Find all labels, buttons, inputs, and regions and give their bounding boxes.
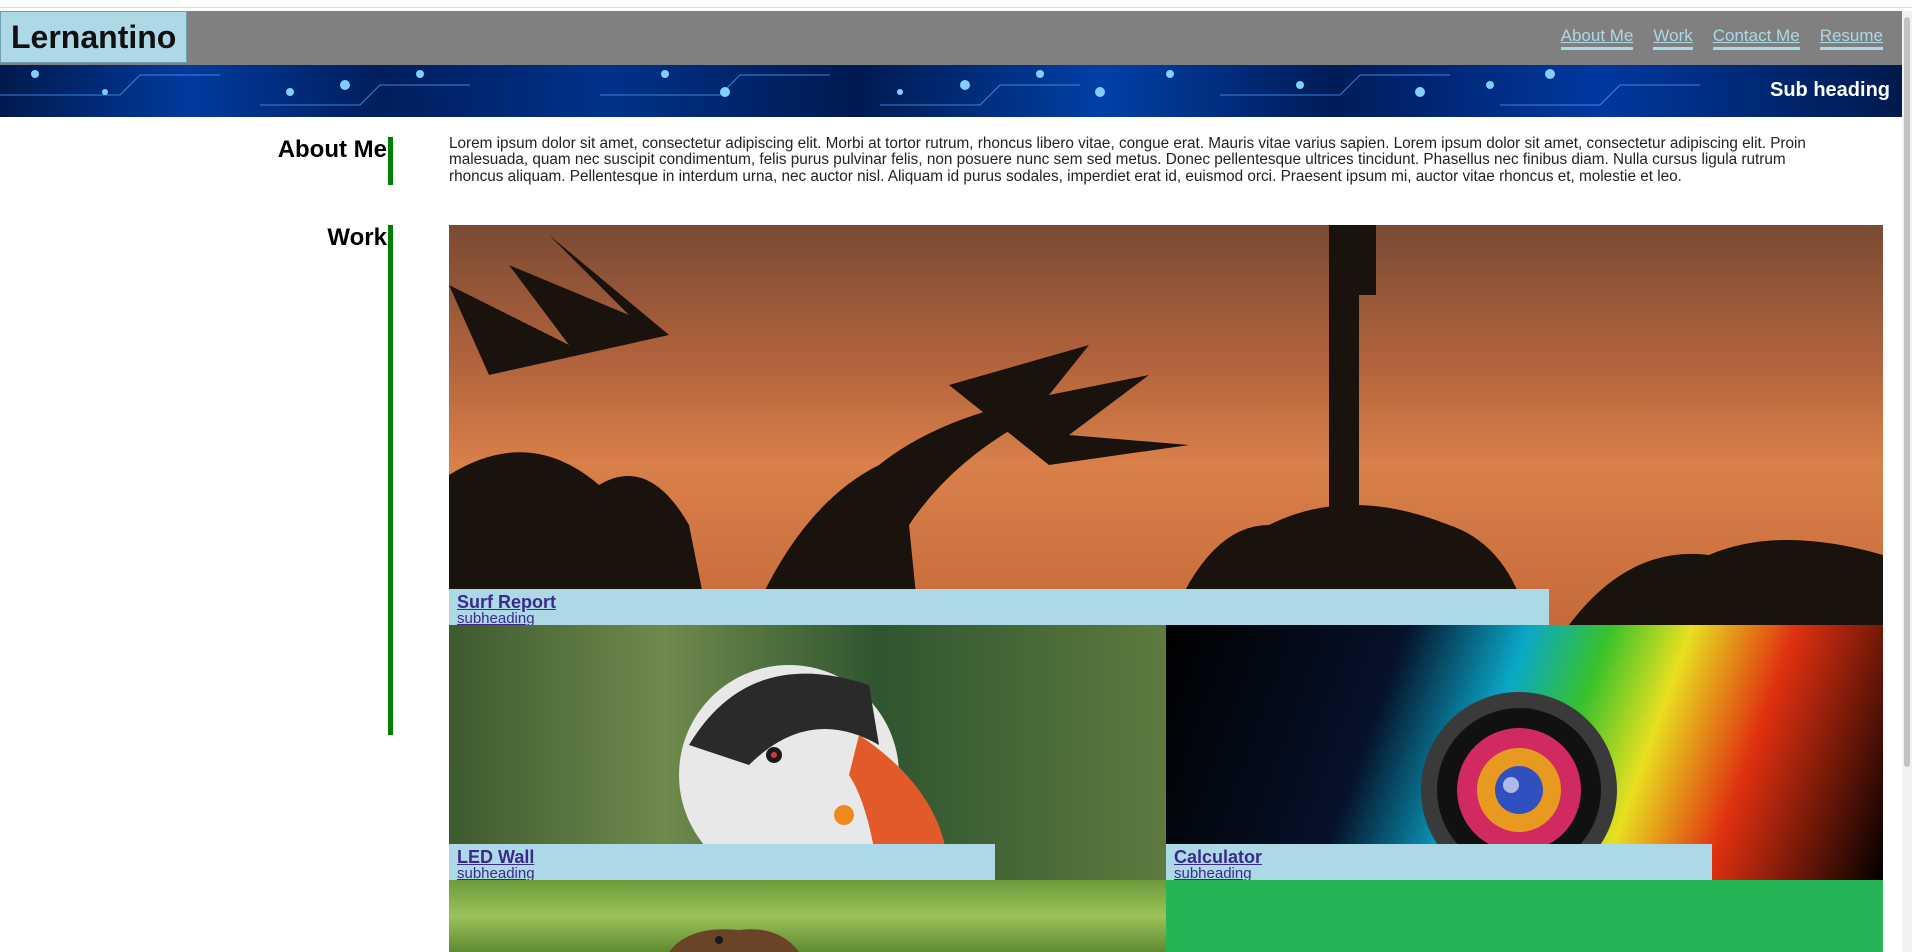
project-title-link[interactable]: LED Wall: [457, 848, 987, 866]
led-wall-caption: LED Wall subheading: [449, 844, 995, 880]
project-subheading-link[interactable]: subheading: [457, 611, 1541, 625]
browser-top-edge: [0, 0, 1912, 8]
circuit-pattern: [0, 69, 1700, 106]
banner-heading: Sub heading: [1770, 79, 1890, 101]
project-tile-surf-report[interactable]: Surf Report subheading: [449, 225, 1883, 625]
page-scrollbar[interactable]: [1902, 11, 1912, 952]
main-nav: About Me Work Contact Me Resume: [1560, 26, 1883, 50]
brand-logo[interactable]: Lernantino: [0, 11, 188, 63]
nav-link-contact-me[interactable]: Contact Me: [1712, 26, 1800, 50]
project-tile-green[interactable]: [1166, 880, 1883, 952]
puffin-image: [679, 665, 949, 880]
calculator-caption: Calculator subheading: [1166, 844, 1712, 880]
about-section-title: About Me: [277, 136, 387, 163]
work-section-title: Work: [327, 224, 387, 251]
project-subheading-link[interactable]: subheading: [1174, 866, 1704, 880]
palm-trees-image: [449, 225, 1883, 625]
nav-link-about-me[interactable]: About Me: [1560, 26, 1634, 50]
brand-name: Lernantino: [11, 18, 177, 55]
project-title-link[interactable]: Calculator: [1174, 848, 1704, 866]
work-section-line: [388, 225, 393, 735]
project-title-link[interactable]: Surf Report: [457, 593, 1541, 611]
about-text: Lorem ipsum dolor sit amet, consectetur …: [449, 135, 1806, 185]
animal-image: [669, 929, 799, 952]
project-subheading-link[interactable]: subheading: [457, 866, 987, 880]
scrollbar-thumb[interactable]: [1904, 17, 1910, 767]
hero-banner: Sub heading: [0, 65, 1902, 117]
project-tile-led-wall[interactable]: LED Wall subheading: [449, 625, 1166, 880]
project-tile-animal[interactable]: [449, 880, 1166, 952]
camera-lens-image: [1421, 692, 1617, 880]
surf-report-caption: Surf Report subheading: [449, 589, 1549, 625]
about-section-line: [388, 137, 393, 185]
nav-link-resume[interactable]: Resume: [1819, 26, 1883, 50]
nav-link-work[interactable]: Work: [1653, 26, 1693, 50]
site-header: Lernantino About Me Work Contact Me Resu…: [0, 11, 1902, 65]
project-tile-calculator[interactable]: Calculator subheading: [1166, 625, 1883, 880]
